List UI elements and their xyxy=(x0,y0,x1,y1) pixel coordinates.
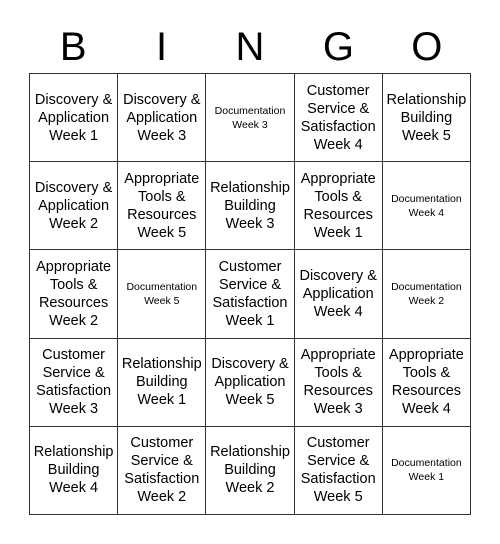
bingo-cell[interactable]: Documentation Week 3 xyxy=(206,74,295,163)
bingo-cell[interactable]: Customer Service & Satisfaction Week 2 xyxy=(118,426,207,515)
bingo-cell[interactable]: Discovery & Application Week 5 xyxy=(206,338,295,427)
bingo-cell[interactable]: Customer Service & Satisfaction Week 5 xyxy=(294,426,383,515)
bingo-cell[interactable]: Customer Service & Satisfaction Week 1 xyxy=(206,250,295,339)
header-letter-o: O xyxy=(411,25,443,69)
bingo-cell[interactable]: Appropriate Tools & Resources Week 1 xyxy=(294,162,383,251)
bingo-cell[interactable]: Relationship Building Week 4 xyxy=(30,426,119,515)
bingo-cell[interactable]: Relationship Building Week 2 xyxy=(206,426,295,515)
bingo-cell[interactable]: Documentation Week 4 xyxy=(382,162,471,251)
header-letter-g: G xyxy=(322,25,354,69)
bingo-cell[interactable]: Appropriate Tools & Resources Week 5 xyxy=(118,162,207,251)
bingo-board: Discovery & Application Week 1 Discovery … xyxy=(29,73,471,515)
header-letter-n: N xyxy=(235,25,265,69)
bingo-cell[interactable]: Discovery & Application Week 3 xyxy=(118,74,207,163)
bingo-cell[interactable]: Discovery & Application Week 1 xyxy=(30,74,119,163)
bingo-cell[interactable]: Discovery & Application Week 2 xyxy=(30,162,119,251)
bingo-cell[interactable]: Documentation Week 5 xyxy=(118,250,207,339)
bingo-cell[interactable]: Appropriate Tools & Resources Week 3 xyxy=(294,338,383,427)
bingo-cell[interactable]: Documentation Week 1 xyxy=(382,426,471,515)
header-letter-b: B xyxy=(59,25,87,69)
bingo-cell[interactable]: Relationship Building Week 1 xyxy=(118,338,207,427)
bingo-cell[interactable]: Relationship Building Week 5 xyxy=(382,74,471,163)
bingo-cell[interactable]: Appropriate Tools & Resources Week 4 xyxy=(382,338,471,427)
bingo-cell[interactable]: Customer Service & Satisfaction Week 4 xyxy=(294,74,383,163)
bingo-cell[interactable]: Discovery & Application Week 4 xyxy=(294,250,383,339)
header-letter-i: I xyxy=(156,25,168,69)
bingo-cell[interactable]: Customer Service & Satisfaction Week 3 xyxy=(30,338,119,427)
bingo-cell[interactable]: Relationship Building Week 3 xyxy=(206,162,295,251)
bingo-cell[interactable]: Appropriate Tools & Resources Week 2 xyxy=(30,250,119,339)
bingo-header: B I N G O xyxy=(29,22,471,72)
bingo-cell[interactable]: Documentation Week 2 xyxy=(382,250,471,339)
